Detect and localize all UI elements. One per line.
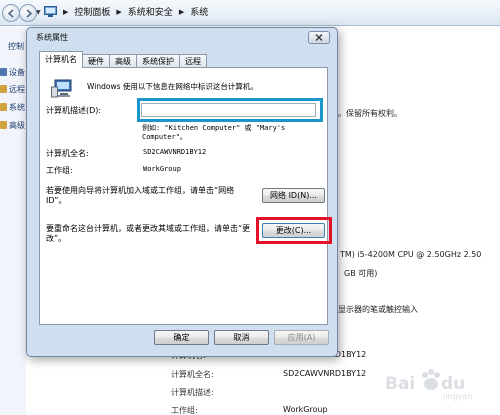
control-panel-icon	[44, 5, 57, 17]
full-name-value: SD2CAWVNRD1BY12	[283, 369, 367, 378]
baidu-jingyan-watermark: Bai du jingyan	[385, 369, 472, 401]
workgroup-label: 工作组:	[46, 166, 73, 175]
breadcrumb-item-system[interactable]: 系统	[190, 5, 208, 18]
breadcrumb-item-system-security[interactable]: 系统和安全	[128, 5, 173, 18]
sidebar-item-devices[interactable]: 设备	[9, 67, 25, 78]
sidebar-item-system[interactable]: 系统	[9, 102, 25, 113]
workgroup-value: WorkGroup	[143, 165, 181, 173]
svg-text:Bai: Bai	[385, 374, 415, 394]
dialog-titlebar[interactable]: 系统属性	[27, 28, 337, 48]
breadcrumb: ▶ 控制面板 ▶ 系统和安全 ▶ 系统	[44, 5, 208, 18]
tab-computer-name[interactable]: 计算机名	[39, 51, 83, 68]
close-icon	[315, 34, 323, 41]
svg-text:du: du	[441, 374, 465, 394]
chevron-right-icon: ▶	[63, 7, 69, 16]
workgroup-label: 工作组:	[171, 406, 198, 415]
computer-icon	[51, 79, 72, 98]
sidebar-item-remote[interactable]: 远程	[9, 84, 25, 95]
svg-text:jingyan: jingyan	[442, 392, 472, 401]
tab-strip: 计算机名 硬件 高级 系统保护 远程	[39, 51, 207, 68]
breadcrumb-item-control-panel[interactable]: 控制面板	[74, 5, 110, 18]
sidebar: 控制 设备 远程 系统 高级	[0, 27, 26, 415]
full-computer-name-label: 计算机全名:	[46, 149, 89, 158]
tab-system-protection[interactable]: 系统保护	[136, 54, 180, 68]
copyright-text: 。保留所有权利。	[338, 109, 402, 118]
remote-icon	[0, 85, 7, 93]
pen-touch-value: 显示器的笔或触控输入	[338, 305, 418, 314]
apply-button[interactable]: 应用(A)	[274, 330, 329, 345]
arrow-left-icon	[7, 9, 14, 18]
dialog-title: 系统属性	[36, 33, 68, 42]
memory-value: GB 可用)	[344, 269, 378, 278]
tab-advanced[interactable]: 高级	[109, 54, 137, 68]
sidebar-item-advanced[interactable]: 高级	[9, 120, 25, 131]
rename-instruction: 要重命名这台计算机，或者更改其域或工作组，请单击“更改”。	[46, 224, 251, 243]
computer-description-label: 计算机描述(D):	[46, 106, 102, 115]
chevron-right-icon: ▶	[178, 7, 185, 16]
advanced-settings-icon	[0, 121, 7, 129]
workgroup-value: WorkGroup	[283, 405, 328, 414]
back-button[interactable]	[2, 4, 20, 22]
close-button[interactable]	[308, 31, 330, 44]
arrow-right-icon	[26, 9, 33, 18]
full-computer-name-value: SD2CAWVNRD1BY12	[143, 148, 207, 156]
system-protection-icon	[0, 103, 7, 111]
device-manager-icon	[0, 68, 7, 76]
panel-intro-text: Windows 使用以下信息在网络中标识这台计算机。	[87, 82, 258, 91]
highlight-box-change	[256, 217, 332, 244]
network-id-button[interactable]: 网络 ID(N)...	[262, 188, 325, 203]
chevron-right-icon: ▶	[116, 7, 122, 16]
computer-name-panel: Windows 使用以下信息在网络中标识这台计算机。 计算机描述(D): 例如:…	[39, 67, 332, 325]
processor-value: TM) i5-4200M CPU @ 2.50GHz 2.50	[340, 250, 482, 259]
cancel-button[interactable]: 取消	[214, 330, 269, 345]
ok-button[interactable]: 确定	[154, 330, 209, 345]
history-dropdown-icon[interactable]: ▼	[36, 9, 41, 16]
tab-hardware[interactable]: 硬件	[82, 54, 110, 68]
full-name-label: 计算机全名:	[171, 370, 214, 379]
description-example-text: 例如: "Kitchen Computer" 或 "Mary's Compute…	[142, 124, 286, 141]
forward-button[interactable]	[19, 4, 37, 22]
network-id-instruction: 若要使用向导将计算机加入域或工作组，请单击“网络 ID”。	[46, 186, 235, 205]
tab-remote[interactable]: 远程	[179, 54, 207, 68]
highlight-box-description	[137, 98, 323, 122]
sidebar-title: 控制	[8, 42, 24, 51]
description-label: 计算机描述:	[171, 388, 214, 397]
address-bar: ▼ ▶ 控制面板 ▶ 系统和安全 ▶ 系统	[0, 0, 500, 26]
system-properties-dialog: 系统属性 计算机名 硬件 高级 系统保护 远程 Windows 使用以下信息在网…	[26, 27, 338, 357]
